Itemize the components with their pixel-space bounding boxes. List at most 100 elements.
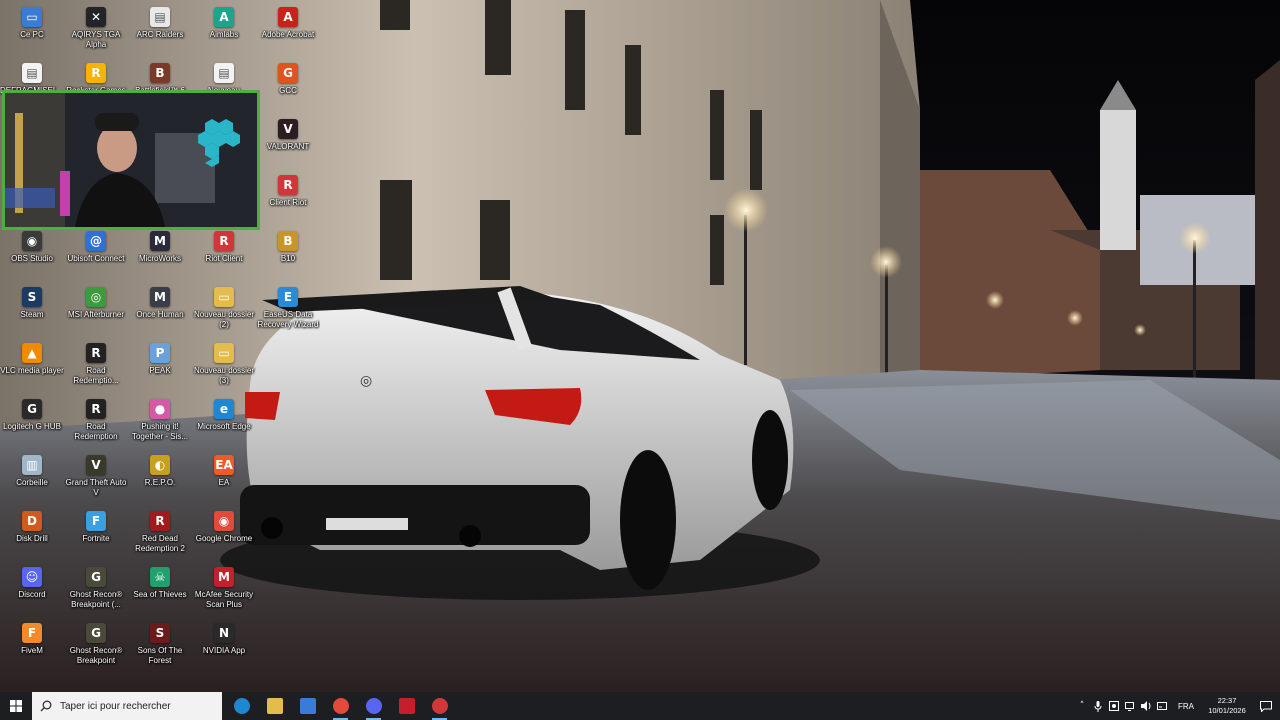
riot-icon — [431, 698, 448, 714]
taskbar-app-chrome[interactable] — [324, 692, 357, 720]
desktop-shortcut[interactable]: S Steam — [0, 282, 64, 338]
desktop-shortcut-label: Red Dead Redemption 2 — [135, 534, 185, 553]
taskbar-app-edge[interactable] — [225, 692, 258, 720]
desktop-shortcut[interactable]: ▭ Nouveau dossier (3) — [192, 338, 256, 394]
desktop-shortcut-label: FiveM — [21, 646, 43, 655]
desktop-shortcut[interactable]: ▥ Corbeille — [0, 450, 64, 506]
desktop-shortcut[interactable]: ☠ Sea of Thieves — [128, 562, 192, 618]
clock[interactable]: 22:37 10/01/2026 — [1202, 696, 1252, 716]
once-human-icon: M — [150, 287, 170, 307]
aimlabs-icon: A — [214, 7, 234, 27]
desktop-shortcut-label: ARC Raiders — [136, 30, 184, 39]
volume-icon[interactable] — [1138, 692, 1154, 720]
desktop-shortcut-label: Corbeille — [16, 478, 48, 487]
desktop-shortcut[interactable]: R Road Redemptio... — [64, 338, 128, 394]
windows-icon — [10, 700, 22, 712]
microphone-icon[interactable] — [1090, 692, 1106, 720]
desktop-shortcut[interactable]: G GCC — [256, 58, 320, 114]
desktop-shortcut-label: B10 — [280, 254, 296, 263]
ghost-recon-icon: G — [86, 623, 106, 643]
obs-icon: ◉ — [22, 231, 42, 251]
desktop-shortcut[interactable]: R Riot Client — [192, 226, 256, 282]
media-app-icon — [398, 698, 415, 714]
desktop-shortcut-label: NVIDIA App — [202, 646, 246, 655]
app-tray-icon[interactable] — [1106, 692, 1122, 720]
desktop-shortcut[interactable]: A Aimlabs — [192, 2, 256, 58]
clock-date: 10/01/2026 — [1208, 706, 1246, 715]
valorant-icon: V — [278, 119, 298, 139]
desktop-shortcut[interactable]: ◉ OBS Studio — [0, 226, 64, 282]
taskbar-search-box[interactable] — [32, 692, 222, 720]
sea-of-thieves-icon: ☠ — [150, 567, 170, 587]
desktop-shortcut[interactable]: B B10 — [256, 226, 320, 282]
webcam-feed-image — [5, 93, 257, 227]
desktop-shortcut[interactable]: S Sons Of The Forest — [128, 618, 192, 674]
desktop-shortcut-label: VALORANT — [266, 142, 310, 151]
desktop-shortcut[interactable]: N NVIDIA App — [192, 618, 256, 674]
desktop-shortcut-label: Aimlabs — [209, 30, 239, 39]
riot-icon: R — [278, 175, 298, 195]
desktop-shortcut[interactable]: M Once Human — [128, 282, 192, 338]
desktop-shortcut-label: PEAK — [149, 366, 171, 375]
desktop-shortcut[interactable]: M MicroWorks — [128, 226, 192, 282]
chrome-icon — [332, 698, 349, 714]
desktop-shortcut[interactable]: EA EA — [192, 450, 256, 506]
steam-icon: S — [22, 287, 42, 307]
desktop-shortcut[interactable]: ▤ ARC Raiders — [128, 2, 192, 58]
desktop-shortcut[interactable]: F Fortnite — [64, 506, 128, 562]
language-indicator[interactable]: FRA — [1170, 702, 1202, 711]
desktop-shortcut-label: Once Human — [136, 310, 184, 319]
start-button[interactable] — [0, 692, 32, 720]
desktop-shortcut[interactable]: E EaseUS Data Recovery Wizard — [256, 282, 320, 338]
desktop-shortcut-label: Ghost Recon® Breakpoint (... — [69, 590, 123, 609]
desktop-shortcut[interactable]: R Client Riot — [256, 170, 320, 226]
fortnite-icon: F — [86, 511, 106, 531]
desktop-shortcut[interactable]: M McAfee Security Scan Plus — [192, 562, 256, 618]
gta-icon: V — [86, 455, 106, 475]
taskbar-pinned-apps — [225, 692, 456, 720]
desktop-shortcut[interactable]: R Red Dead Redemption 2 — [128, 506, 192, 562]
desktop-shortcut[interactable]: ☺ Discord — [0, 562, 64, 618]
desktop-shortcut[interactable]: G Ghost Recon® Breakpoint — [64, 618, 128, 674]
folder-icon: ▭ — [214, 287, 234, 307]
sons-forest-icon: S — [150, 623, 170, 643]
desktop-shortcut[interactable]: ▭ Nouveau dossier (2) — [192, 282, 256, 338]
desktop-shortcut-label: MSI Afterburner — [67, 310, 125, 319]
taskbar-app-discord[interactable] — [357, 692, 390, 720]
desktop-shortcut[interactable]: ◎ MSI Afterburner — [64, 282, 128, 338]
desktop-shortcut[interactable]: V VALORANT — [256, 114, 320, 170]
desktop-shortcut[interactable]: ◐ R.E.P.O. — [128, 450, 192, 506]
desktop-shortcut[interactable]: V Grand Theft Auto V — [64, 450, 128, 506]
store-icon — [299, 698, 316, 714]
desktop-shortcut[interactable]: P PEAK — [128, 338, 192, 394]
network-icon[interactable] — [1122, 692, 1138, 720]
taskbar-app-store[interactable] — [291, 692, 324, 720]
chrome-icon: ◉ — [214, 511, 234, 531]
desktop-shortcut[interactable]: R Road Redemption — [64, 394, 128, 450]
desktop-shortcut[interactable]: F FiveM — [0, 618, 64, 674]
desktop-shortcut[interactable]: G Ghost Recon® Breakpoint (... — [64, 562, 128, 618]
storage-icon[interactable] — [1154, 692, 1170, 720]
folder-icon — [266, 698, 283, 714]
search-input[interactable] — [58, 699, 212, 713]
desktop-shortcut[interactable]: ▲ VLC media player — [0, 338, 64, 394]
peak-icon: P — [150, 343, 170, 363]
desktop-shortcut[interactable]: ▭ Ce PC — [0, 2, 64, 58]
desktop-shortcut[interactable]: G Logitech G HUB — [0, 394, 64, 450]
desktop-shortcut[interactable]: ◉ Google Chrome — [192, 506, 256, 562]
desktop-shortcut[interactable]: D Disk Drill — [0, 506, 64, 562]
desktop-shortcut-label: Road Redemptio... — [73, 366, 119, 385]
desktop-shortcut[interactable]: @ Ubisoft Connect — [64, 226, 128, 282]
desktop-shortcut[interactable]: ✕ AQIRYS TGA Alpha — [64, 2, 128, 58]
desktop-shortcut[interactable]: ● Pushing it! Together - Sis... — [128, 394, 192, 450]
system-tray: ˄ FRA 22:37 10/01/2026 — [1074, 692, 1280, 720]
desktop-shortcut[interactable]: e Microsoft Edge — [192, 394, 256, 450]
riot-icon: R — [214, 231, 234, 251]
taskbar-app-riot[interactable] — [423, 692, 456, 720]
taskbar-app-file-explorer[interactable] — [258, 692, 291, 720]
desktop-shortcut-label: Nouveau dossier (2) — [193, 310, 255, 329]
notification-button[interactable] — [1252, 692, 1280, 720]
desktop-shortcut[interactable]: A Adobe Acrobat — [256, 2, 320, 58]
chevron-up-icon[interactable]: ˄ — [1074, 692, 1090, 720]
taskbar-app-media-app[interactable] — [390, 692, 423, 720]
